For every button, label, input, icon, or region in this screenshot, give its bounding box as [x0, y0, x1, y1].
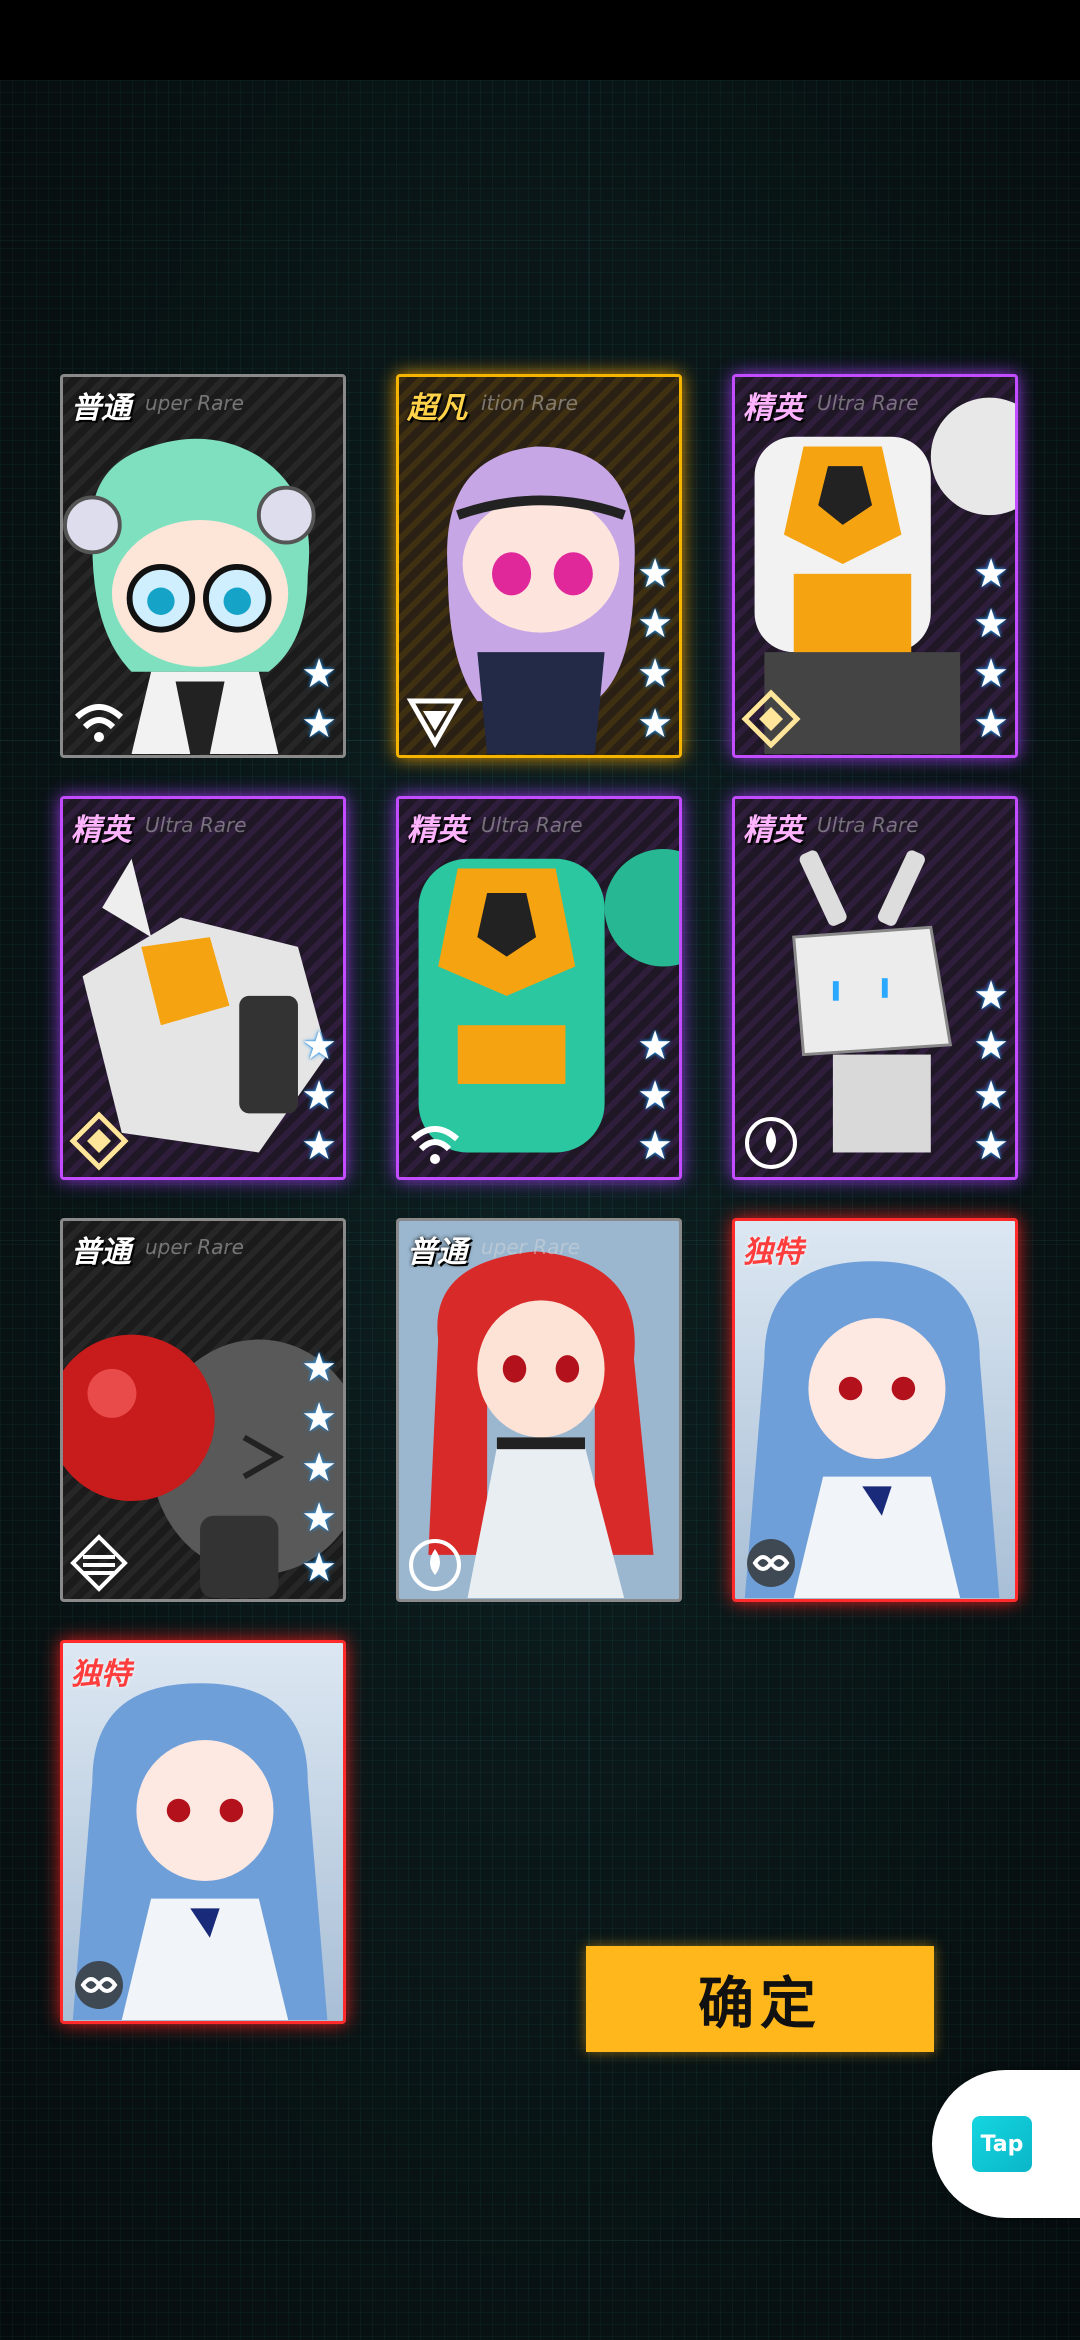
star-icon: ★ — [637, 1123, 673, 1169]
rarity-english: Ultra Rare — [145, 813, 247, 837]
rarity-english: uper Rare — [481, 1235, 580, 1259]
diamond-faction-icon — [741, 689, 801, 749]
rarity-english: uper Rare — [145, 391, 244, 415]
rarity-english: Ultra Rare — [817, 813, 919, 837]
star-icon: ★ — [637, 651, 673, 697]
character-card[interactable]: 普通 uper Rare ★ ★ — [60, 374, 346, 758]
star-icon: ★ — [637, 1023, 673, 1069]
star-icon: ★ — [301, 1545, 337, 1591]
star-icon: ★ — [301, 1123, 337, 1169]
rarity-english: ition Rare — [481, 391, 578, 415]
character-card[interactable]: 精英 Ultra Rare ★ ★ ★ — [396, 796, 682, 1180]
star-icon: ★ — [973, 601, 1009, 647]
character-card[interactable]: 精英 Ultra Rare ★ ★ ★ — [60, 796, 346, 1180]
top-black-bar — [0, 0, 1080, 80]
rarity-label: 独特 — [743, 1235, 803, 1270]
star-rating: ★ ★ ★ ★ — [637, 551, 673, 747]
star-icon: ★ — [301, 1073, 337, 1119]
stripes-faction-icon — [70, 1534, 128, 1592]
diamond-faction-icon — [69, 1111, 129, 1171]
infinity-faction-icon — [747, 1539, 795, 1587]
rarity-label: 精英 — [71, 813, 131, 848]
star-rating: ★ ★ — [301, 651, 337, 747]
star-icon: ★ — [637, 701, 673, 747]
star-icon: ★ — [637, 551, 673, 597]
star-icon: ★ — [301, 1023, 337, 1069]
star-icon: ★ — [973, 1073, 1009, 1119]
star-icon: ★ — [301, 1495, 337, 1541]
star-icon: ★ — [637, 1073, 673, 1119]
character-card[interactable]: 普通 uper Rare — [396, 1218, 682, 1602]
infinity-faction-icon — [75, 1961, 123, 2009]
star-rating: ★ ★ ★ ★ ★ — [301, 1345, 337, 1591]
star-icon: ★ — [301, 1395, 337, 1441]
drop-faction-icon — [409, 1539, 461, 1591]
star-icon: ★ — [973, 701, 1009, 747]
rarity-english: Ultra Rare — [481, 813, 583, 837]
star-icon: ★ — [973, 973, 1009, 1019]
wifi-faction-icon — [410, 1126, 460, 1164]
star-rating: ★ ★ ★ — [301, 1023, 337, 1169]
rarity-label: 普通 — [407, 1235, 467, 1270]
rarity-label: 精英 — [407, 813, 467, 848]
rarity-label: 精英 — [743, 391, 803, 426]
character-card[interactable]: 普通 uper Rare ★ ★ ★ ★ ★ — [60, 1218, 346, 1602]
star-icon: ★ — [973, 1023, 1009, 1069]
star-icon: ★ — [301, 1345, 337, 1391]
confirm-button[interactable]: 确定 — [586, 1946, 934, 2052]
star-rating: ★ ★ ★ — [637, 1023, 673, 1169]
star-icon: ★ — [973, 551, 1009, 597]
rarity-label: 独特 — [71, 1657, 131, 1692]
tap-icon[interactable]: Tap — [972, 2116, 1032, 2172]
character-card[interactable]: 精英 Ultra Rare ★ ★ ★ ★ — [732, 374, 1018, 758]
star-icon: ★ — [973, 1123, 1009, 1169]
star-icon: ★ — [301, 651, 337, 697]
rarity-english: uper Rare — [145, 1235, 244, 1259]
character-card[interactable]: 独特 — [60, 1640, 346, 2024]
star-icon: ★ — [973, 651, 1009, 697]
triangle-faction-icon — [406, 698, 464, 749]
rarity-label: 普通 — [71, 1235, 131, 1270]
character-card[interactable]: 独特 — [732, 1218, 1018, 1602]
drop-faction-icon — [745, 1117, 797, 1169]
rarity-label: 精英 — [743, 813, 803, 848]
wifi-faction-icon — [74, 704, 124, 742]
rarity-label: 普通 — [71, 391, 131, 426]
star-rating: ★ ★ ★ ★ — [973, 551, 1009, 747]
star-icon: ★ — [637, 601, 673, 647]
character-card[interactable]: 超凡 ition Rare ★ ★ ★ ★ — [396, 374, 682, 758]
star-icon: ★ — [301, 1445, 337, 1491]
floating-tap-widget[interactable]: Tap — [932, 2070, 1080, 2218]
rarity-label: 超凡 — [407, 391, 467, 426]
star-icon: ★ — [301, 701, 337, 747]
star-rating: ★ ★ ★ ★ — [973, 973, 1009, 1169]
rarity-english: Ultra Rare — [817, 391, 919, 415]
character-card[interactable]: 精英 Ultra Rare ★ ★ ★ ★ — [732, 796, 1018, 1180]
